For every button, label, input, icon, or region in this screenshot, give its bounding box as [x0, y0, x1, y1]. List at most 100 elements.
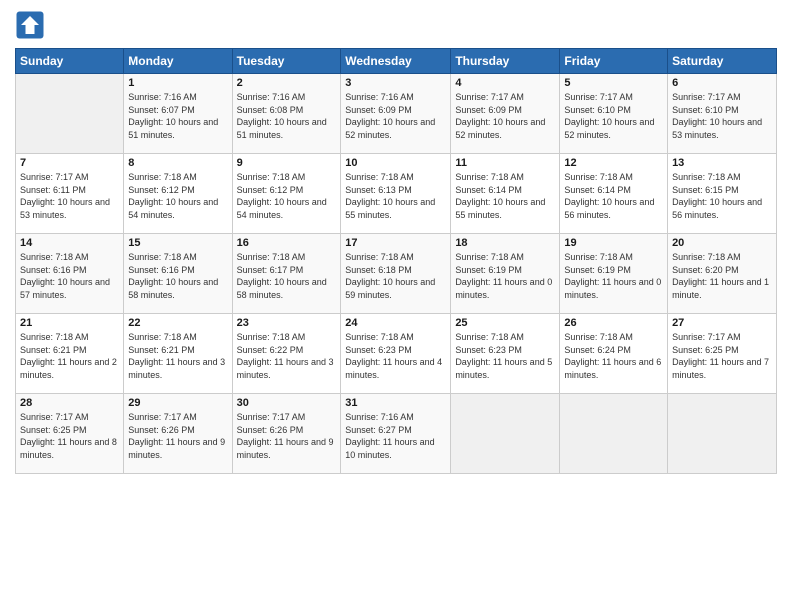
day-info: Sunrise: 7:17 AM Sunset: 6:26 PM Dayligh… [237, 411, 337, 461]
day-number: 16 [237, 237, 337, 249]
calendar-cell: 31Sunrise: 7:16 AM Sunset: 6:27 PM Dayli… [341, 394, 451, 474]
weekday-header-sunday: Sunday [16, 49, 124, 74]
calendar-cell [16, 74, 124, 154]
calendar-cell: 23 Sunrise: 7:18 AM Sunset: 6:22 PM Dayli… [232, 314, 341, 394]
day-number: 2 [237, 77, 337, 89]
day-info: Sunrise: 7:18 AM Sunset: 6:16 PM Dayligh… [128, 251, 227, 301]
day-number: 3 [345, 77, 446, 89]
weekday-header-thursday: Thursday [451, 49, 560, 74]
day-number: 11 [455, 157, 555, 169]
day-number: 4 [455, 77, 555, 89]
day-info: Sunrise: 7:18 AM Sunset: 6:20 PM Dayligh… [672, 251, 772, 301]
calendar-cell: 29 Sunrise: 7:17 AM Sunset: 6:26 PM Dayli… [124, 394, 232, 474]
calendar-cell: 28Sunrise: 7:17 AM Sunset: 6:25 PM Dayli… [16, 394, 124, 474]
logo [15, 10, 49, 40]
day-number: 14 [20, 237, 119, 249]
day-number: 18 [455, 237, 555, 249]
calendar-cell [668, 394, 777, 474]
day-info: Sunrise: 7:18 AM Sunset: 6:19 PM Dayligh… [455, 251, 555, 301]
calendar-cell: 22Sunrise: 7:18 AM Sunset: 6:21 PM Dayli… [124, 314, 232, 394]
logo-icon [15, 10, 45, 40]
day-info: Sunrise: 7:18 AM Sunset: 6:17 PM Dayligh… [237, 251, 337, 301]
day-info: Sunrise: 7:18 AM Sunset: 6:12 PM Dayligh… [128, 171, 227, 221]
day-info: Sunrise: 7:18 AM Sunset: 6:23 PM Dayligh… [345, 331, 446, 381]
weekday-header-tuesday: Tuesday [232, 49, 341, 74]
day-number: 13 [672, 157, 772, 169]
day-info: Sunrise: 7:18 AM Sunset: 6:19 PM Dayligh… [564, 251, 663, 301]
day-info: Sunrise: 7:18 AM Sunset: 6:16 PM Dayligh… [20, 251, 119, 301]
calendar-cell: 21 Sunrise: 7:18 AM Sunset: 6:21 PM Dayli… [16, 314, 124, 394]
weekday-header-saturday: Saturday [668, 49, 777, 74]
day-number: 29 [128, 397, 227, 409]
weekday-header-friday: Friday [560, 49, 668, 74]
calendar-week-row: 14 Sunrise: 7:18 AM Sunset: 6:16 PM Dayli… [16, 234, 777, 314]
day-number: 21 [20, 317, 119, 329]
calendar-week-row: 7Sunrise: 7:17 AM Sunset: 6:11 PM Daylig… [16, 154, 777, 234]
day-info: Sunrise: 7:17 AM Sunset: 6:25 PM Dayligh… [20, 411, 119, 461]
calendar-cell: 18 Sunrise: 7:18 AM Sunset: 6:19 PM Dayli… [451, 234, 560, 314]
calendar-week-row: 28Sunrise: 7:17 AM Sunset: 6:25 PM Dayli… [16, 394, 777, 474]
day-number: 19 [564, 237, 663, 249]
day-number: 25 [455, 317, 555, 329]
calendar-cell: 16 Sunrise: 7:18 AM Sunset: 6:17 PM Dayli… [232, 234, 341, 314]
calendar-cell: 12Sunrise: 7:18 AM Sunset: 6:14 PM Dayli… [560, 154, 668, 234]
day-number: 10 [345, 157, 446, 169]
page-header [15, 10, 777, 40]
day-number: 1 [128, 77, 227, 89]
day-info: Sunrise: 7:18 AM Sunset: 6:13 PM Dayligh… [345, 171, 446, 221]
calendar-cell: 25 Sunrise: 7:18 AM Sunset: 6:23 PM Dayli… [451, 314, 560, 394]
day-number: 24 [345, 317, 446, 329]
calendar-cell: 13 Sunrise: 7:18 AM Sunset: 6:15 PM Dayli… [668, 154, 777, 234]
calendar-table: SundayMondayTuesdayWednesdayThursdayFrid… [15, 48, 777, 474]
day-info: Sunrise: 7:18 AM Sunset: 6:23 PM Dayligh… [455, 331, 555, 381]
calendar-week-row: 21 Sunrise: 7:18 AM Sunset: 6:21 PM Dayli… [16, 314, 777, 394]
calendar-cell [451, 394, 560, 474]
calendar-cell: 4 Sunrise: 7:17 AM Sunset: 6:09 PM Daylig… [451, 74, 560, 154]
day-info: Sunrise: 7:17 AM Sunset: 6:10 PM Dayligh… [672, 91, 772, 141]
day-info: Sunrise: 7:18 AM Sunset: 6:21 PM Dayligh… [20, 331, 119, 381]
calendar-cell: 19 Sunrise: 7:18 AM Sunset: 6:19 PM Dayli… [560, 234, 668, 314]
calendar-cell: 26 Sunrise: 7:18 AM Sunset: 6:24 PM Dayli… [560, 314, 668, 394]
calendar-cell: 6Sunrise: 7:17 AM Sunset: 6:10 PM Daylig… [668, 74, 777, 154]
day-info: Sunrise: 7:16 AM Sunset: 6:09 PM Dayligh… [345, 91, 446, 141]
day-info: Sunrise: 7:18 AM Sunset: 6:14 PM Dayligh… [455, 171, 555, 221]
day-number: 17 [345, 237, 446, 249]
day-number: 9 [237, 157, 337, 169]
weekday-header-wednesday: Wednesday [341, 49, 451, 74]
day-info: Sunrise: 7:18 AM Sunset: 6:12 PM Dayligh… [237, 171, 337, 221]
day-info: Sunrise: 7:17 AM Sunset: 6:10 PM Dayligh… [564, 91, 663, 141]
day-number: 20 [672, 237, 772, 249]
day-number: 8 [128, 157, 227, 169]
day-info: Sunrise: 7:16 AM Sunset: 6:07 PM Dayligh… [128, 91, 227, 141]
day-number: 5 [564, 77, 663, 89]
calendar-cell: 9 Sunrise: 7:18 AM Sunset: 6:12 PM Daylig… [232, 154, 341, 234]
calendar-cell: 3 Sunrise: 7:16 AM Sunset: 6:09 PM Daylig… [341, 74, 451, 154]
day-info: Sunrise: 7:18 AM Sunset: 6:14 PM Dayligh… [564, 171, 663, 221]
day-number: 27 [672, 317, 772, 329]
calendar-cell: 1 Sunrise: 7:16 AM Sunset: 6:07 PM Daylig… [124, 74, 232, 154]
calendar-cell: 27Sunrise: 7:17 AM Sunset: 6:25 PM Dayli… [668, 314, 777, 394]
calendar-cell: 2 Sunrise: 7:16 AM Sunset: 6:08 PM Daylig… [232, 74, 341, 154]
calendar-cell: 5 Sunrise: 7:17 AM Sunset: 6:10 PM Daylig… [560, 74, 668, 154]
calendar-cell: 8 Sunrise: 7:18 AM Sunset: 6:12 PM Daylig… [124, 154, 232, 234]
day-number: 31 [345, 397, 446, 409]
calendar-cell: 7Sunrise: 7:17 AM Sunset: 6:11 PM Daylig… [16, 154, 124, 234]
calendar-cell [560, 394, 668, 474]
day-info: Sunrise: 7:18 AM Sunset: 6:24 PM Dayligh… [564, 331, 663, 381]
day-info: Sunrise: 7:18 AM Sunset: 6:22 PM Dayligh… [237, 331, 337, 381]
calendar-cell: 11 Sunrise: 7:18 AM Sunset: 6:14 PM Dayli… [451, 154, 560, 234]
calendar-week-row: 1 Sunrise: 7:16 AM Sunset: 6:07 PM Daylig… [16, 74, 777, 154]
calendar-cell: 20 Sunrise: 7:18 AM Sunset: 6:20 PM Dayli… [668, 234, 777, 314]
calendar-header-row: SundayMondayTuesdayWednesdayThursdayFrid… [16, 49, 777, 74]
page-container: SundayMondayTuesdayWednesdayThursdayFrid… [0, 0, 792, 484]
day-info: Sunrise: 7:17 AM Sunset: 6:09 PM Dayligh… [455, 91, 555, 141]
calendar-cell: 10 Sunrise: 7:18 AM Sunset: 6:13 PM Dayli… [341, 154, 451, 234]
day-info: Sunrise: 7:16 AM Sunset: 6:08 PM Dayligh… [237, 91, 337, 141]
day-info: Sunrise: 7:18 AM Sunset: 6:15 PM Dayligh… [672, 171, 772, 221]
calendar-cell: 17Sunrise: 7:18 AM Sunset: 6:18 PM Dayli… [341, 234, 451, 314]
calendar-cell: 14 Sunrise: 7:18 AM Sunset: 6:16 PM Dayli… [16, 234, 124, 314]
day-number: 23 [237, 317, 337, 329]
calendar-cell: 24 Sunrise: 7:18 AM Sunset: 6:23 PM Dayli… [341, 314, 451, 394]
day-number: 26 [564, 317, 663, 329]
day-info: Sunrise: 7:17 AM Sunset: 6:26 PM Dayligh… [128, 411, 227, 461]
